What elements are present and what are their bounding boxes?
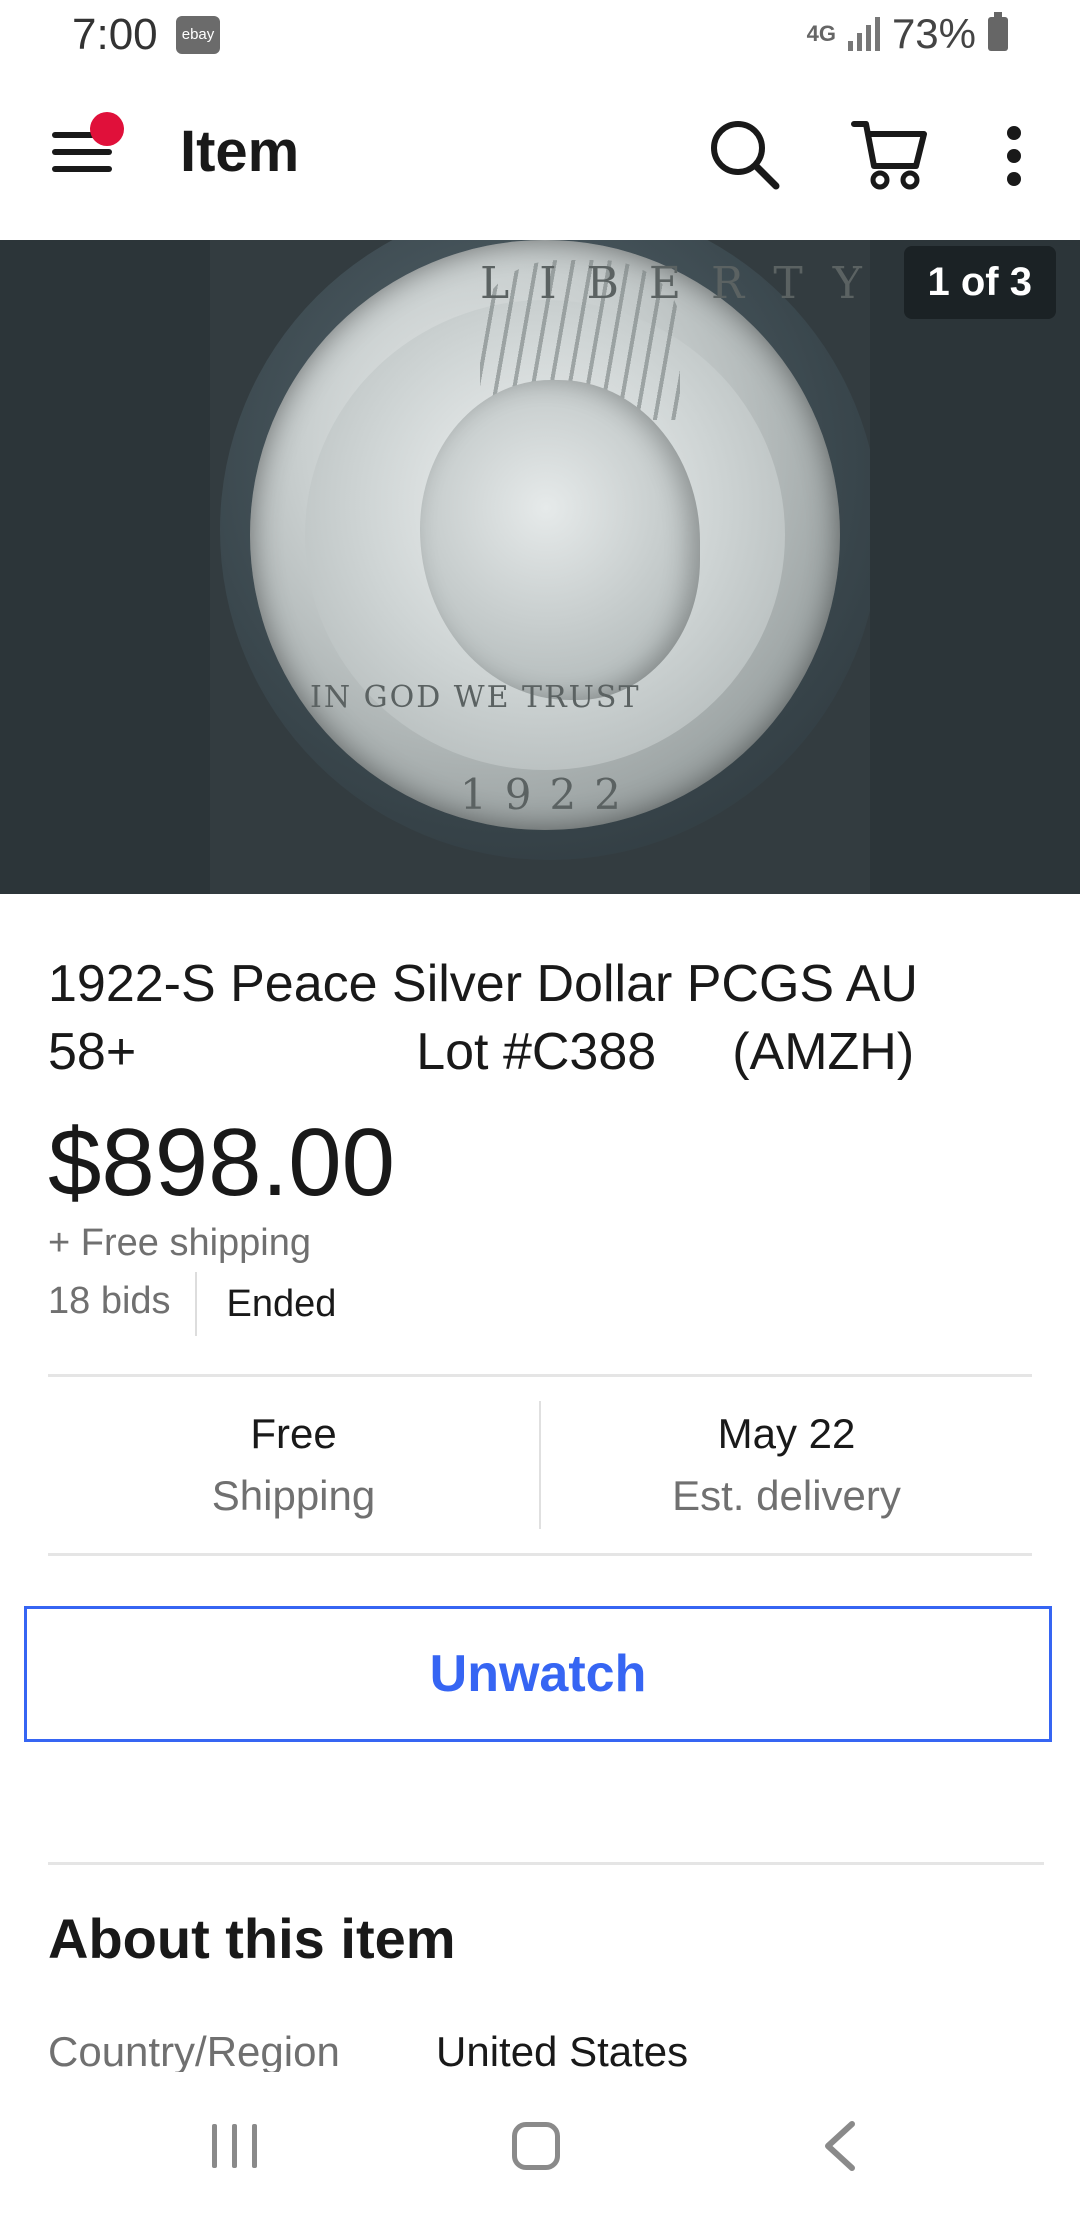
status-time: 7:00 <box>72 10 158 59</box>
back-icon <box>825 2121 855 2171</box>
recents-icon <box>212 2124 217 2168</box>
home-button[interactable] <box>512 2122 560 2170</box>
bids-status-row: 18 bids Ended <box>48 1272 336 1336</box>
listing-status: Ended <box>226 1282 337 1325</box>
network-type: 4G <box>806 21 836 46</box>
menu-icon-bar <box>52 149 112 155</box>
item-title: 1922-S Peace Silver Dollar PCGS AU 58+ Lo… <box>48 950 1008 1086</box>
bid-count[interactable]: 18 bids <box>48 1272 197 1336</box>
back-button[interactable] <box>820 2120 860 2172</box>
item-code: (AMZH) <box>732 1023 915 1081</box>
recents-icon-bar <box>252 2124 257 2168</box>
search-icon <box>711 121 780 190</box>
recents-button[interactable] <box>212 2124 258 2168</box>
about-section-title: About this item <box>48 1907 456 1970</box>
more-icon-dot <box>1007 172 1021 186</box>
status-bar: 7:00 ebay 4G 73% <box>0 0 1080 72</box>
item-lot-number: Lot #C388 <box>416 1023 657 1081</box>
shipping-note: + Free shipping <box>48 1222 311 1264</box>
unwatch-button[interactable]: Unwatch <box>24 1606 1052 1742</box>
shipping-info: Free Shipping <box>48 1377 539 1553</box>
menu-button[interactable] <box>50 112 124 184</box>
more-icon <box>1007 126 1021 140</box>
coin: LIBERTY IN GOD WE TRUST 1922 <box>250 240 862 830</box>
coin-year: 1922 <box>460 770 639 819</box>
cart-button[interactable] <box>850 116 930 192</box>
search-button[interactable] <box>708 116 780 192</box>
item-price: $898.00 <box>48 1109 396 1216</box>
battery-icon <box>988 12 1008 51</box>
delivery-label: Est. delivery <box>672 1472 901 1519</box>
menu-icon-bar <box>52 166 112 172</box>
ebay-notification-icon: ebay <box>176 16 220 54</box>
shipping-label: Shipping <box>211 1472 376 1519</box>
status-indicators: 4G 73% <box>807 10 1008 58</box>
delivery-date: May 22 <box>717 1410 856 1457</box>
coin-motto: IN GOD WE TRUST <box>310 680 641 715</box>
image-gallery[interactable]: LIBERTY IN GOD WE TRUST 1922 1 of 3 <box>0 240 1080 894</box>
notification-dot <box>90 112 124 146</box>
shipping-value: Free <box>250 1410 337 1457</box>
section-divider <box>48 1862 1044 1865</box>
signal-icon <box>847 17 880 51</box>
coin-image[interactable]: LIBERTY IN GOD WE TRUST 1922 <box>210 240 870 894</box>
cart-icon <box>851 121 927 190</box>
shipping-delivery-info: Free Shipping May 22 Est. delivery <box>48 1374 1032 1556</box>
coin-legend: LIBERTY <box>480 258 870 309</box>
more-icon-dot <box>1007 149 1021 163</box>
app-bar: Item <box>0 72 1080 240</box>
delivery-info: May 22 Est. delivery <box>539 1401 1032 1529</box>
image-counter: 1 of 3 <box>903 246 1056 319</box>
page-title: Item <box>180 119 300 184</box>
recents-icon-bar <box>232 2124 237 2168</box>
battery-percent: 73% <box>891 10 976 57</box>
system-nav-bar <box>0 2072 1080 2220</box>
more-options-button[interactable] <box>1000 126 1028 186</box>
